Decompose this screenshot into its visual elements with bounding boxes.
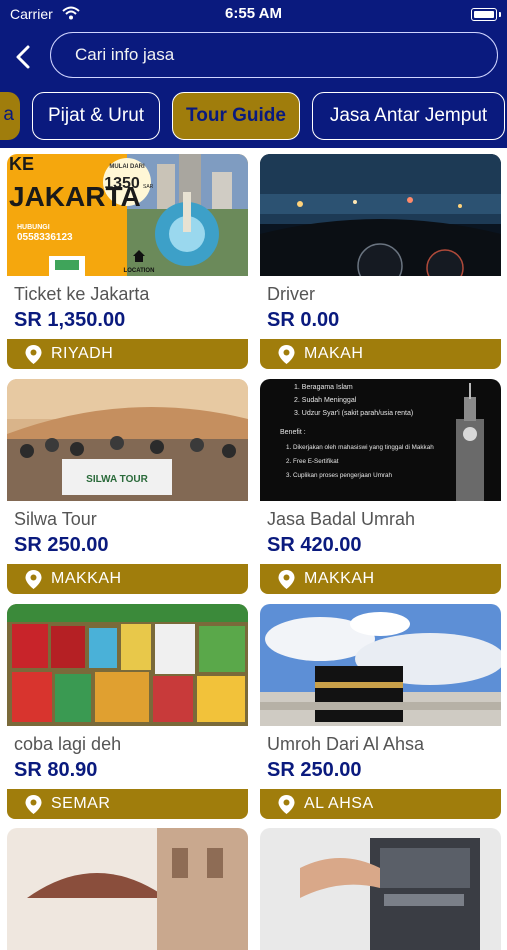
location-label: MAKKAH bbox=[304, 570, 375, 587]
listing-card[interactable] bbox=[260, 828, 501, 950]
image-text-line: 3. Udzur Syar'i (sakit parah/usia renta) bbox=[294, 410, 413, 417]
image-heading-1: KE bbox=[9, 154, 34, 174]
location-bar: MAKAH bbox=[260, 339, 501, 369]
listing-title: Jasa Badal Umrah bbox=[267, 509, 416, 529]
location-bar: SEMAR bbox=[7, 789, 248, 819]
listing-title: Driver bbox=[267, 284, 315, 304]
listing-card[interactable] bbox=[7, 828, 248, 950]
image-contact-label: HUBUNGI bbox=[17, 224, 50, 231]
listing-price: SR 250.00 bbox=[14, 534, 109, 556]
listing-title: Silwa Tour bbox=[14, 509, 97, 529]
image-text-line: 1. Beragama Islam bbox=[294, 384, 353, 391]
image-text-line: 3. Cuplikan proses pengerjaan Umrah bbox=[286, 472, 393, 479]
image-contact-phone: 0558336123 bbox=[17, 232, 73, 243]
listing-price: SR 80.90 bbox=[14, 759, 98, 781]
location-label: SEMAR bbox=[51, 795, 111, 812]
location-bar: RIYADH bbox=[7, 339, 248, 369]
listing-price: SR 420.00 bbox=[267, 534, 362, 556]
category-chip-pijat-urut[interactable]: Pijat & Urut bbox=[32, 92, 160, 140]
category-chip-partial[interactable]: a bbox=[0, 92, 20, 140]
badge-unit-text: SAR bbox=[143, 184, 154, 190]
location-label: MAKAH bbox=[304, 345, 364, 362]
listing-card[interactable]: coba lagi deh SR 80.90 SEMAR bbox=[7, 604, 248, 820]
location-label: AL AHSA bbox=[304, 795, 374, 812]
listing-title: Umroh Dari Al Ahsa bbox=[267, 734, 425, 754]
listing-card[interactable]: MULAI DARI 1350 SAR KE JAKARTA HUBUNGI 0… bbox=[7, 154, 248, 370]
listing-image bbox=[260, 154, 501, 276]
location-bar: AL AHSA bbox=[260, 789, 501, 819]
listing-image: 1. Beragama Islam 2. Sudah Meninggal 3. … bbox=[260, 379, 501, 501]
battery-icon bbox=[471, 8, 501, 21]
listing-card[interactable]: 1. Beragama Islam 2. Sudah Meninggal 3. … bbox=[260, 379, 501, 595]
clock: 6:55 AM bbox=[225, 5, 282, 22]
category-chip-tour-guide[interactable]: Tour Guide bbox=[172, 92, 300, 140]
map-pin-icon bbox=[25, 570, 42, 589]
status-bar: Carrier 6:55 AM bbox=[0, 0, 507, 28]
listing-price: SR 250.00 bbox=[267, 759, 362, 781]
listing-card[interactable]: Umroh Dari Al Ahsa SR 250.00 AL AHSA bbox=[260, 604, 501, 820]
location-label: MAKKAH bbox=[51, 570, 122, 587]
listing-image: MULAI DARI 1350 SAR KE JAKARTA HUBUNGI 0… bbox=[7, 154, 248, 276]
listing-image bbox=[260, 604, 501, 726]
location-label: RIYADH bbox=[51, 345, 114, 362]
image-location-label: LOCATION bbox=[124, 268, 155, 274]
chevron-left-icon[interactable] bbox=[10, 42, 36, 72]
listing-image bbox=[7, 604, 248, 726]
location-bar: MAKKAH bbox=[260, 564, 501, 594]
map-pin-icon bbox=[278, 795, 295, 814]
image-text-line: 1. Dikerjakan oleh mahasiswi yang tingga… bbox=[286, 444, 434, 451]
listing-card[interactable]: SILWA TOUR Silwa Tour SR 250.00 MAKKAH bbox=[7, 379, 248, 595]
listing-price: SR 1,350.00 bbox=[14, 309, 126, 331]
category-chip-jasa-antar-jemput[interactable]: Jasa Antar Jemput bbox=[312, 92, 505, 140]
badge-top-text: MULAI DARI bbox=[109, 164, 145, 170]
image-banner-text: SILWA TOUR bbox=[86, 474, 148, 485]
listing-title: Ticket ke Jakarta bbox=[14, 284, 150, 304]
listing-image bbox=[7, 828, 248, 950]
search-input[interactable] bbox=[50, 32, 498, 78]
listing-card[interactable]: Driver SR 0.00 MAKAH bbox=[260, 154, 501, 370]
map-pin-icon bbox=[25, 345, 42, 364]
listing-image bbox=[260, 828, 501, 950]
top-bar: Carrier 6:55 AM a Pijat & Urut Tour Guid… bbox=[0, 0, 507, 148]
location-bar: MAKKAH bbox=[7, 564, 248, 594]
map-pin-icon bbox=[25, 795, 42, 814]
image-text-line: 2. Sudah Meninggal bbox=[294, 397, 357, 404]
map-pin-icon bbox=[278, 570, 295, 589]
image-text-line: 2. Free E-Sertifikat bbox=[286, 458, 339, 465]
map-pin-icon bbox=[278, 345, 295, 364]
listing-title: coba lagi deh bbox=[14, 734, 122, 754]
image-text-line: Benefit : bbox=[280, 429, 306, 436]
listing-price: SR 0.00 bbox=[267, 309, 340, 331]
category-tabs: a Pijat & Urut Tour Guide Jasa Antar Jem… bbox=[0, 92, 507, 140]
image-heading-2: JAKARTA bbox=[9, 181, 141, 212]
listing-image: SILWA TOUR bbox=[7, 379, 248, 501]
